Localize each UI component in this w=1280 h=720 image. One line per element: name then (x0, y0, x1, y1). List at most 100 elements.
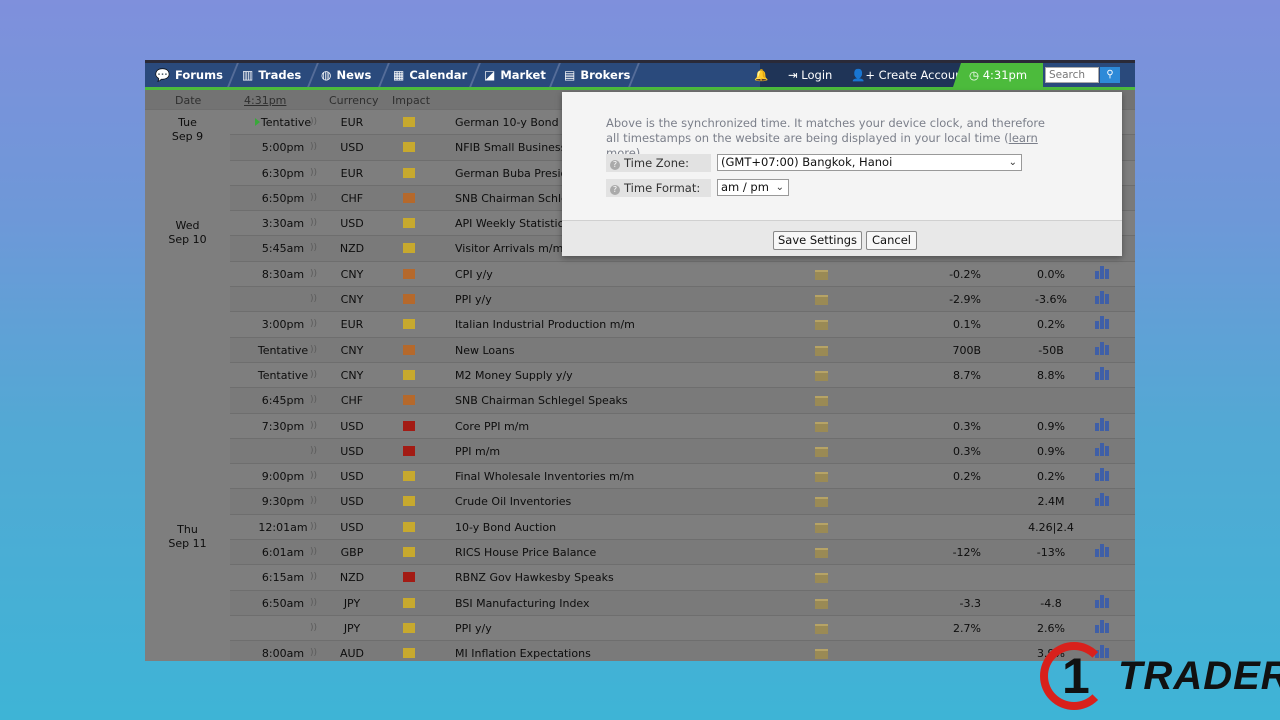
event-title[interactable]: PPI y/y (455, 622, 492, 635)
folder-icon[interactable] (815, 295, 828, 306)
speaker-icon[interactable]: )) (310, 142, 317, 152)
save-settings-button[interactable]: Save Settings (773, 231, 862, 250)
impact-icon[interactable] (403, 622, 415, 633)
impact-icon[interactable] (403, 142, 415, 153)
nav-forums[interactable]: 💬 Forums (151, 63, 227, 87)
folder-icon[interactable] (815, 370, 828, 381)
nav-brokers[interactable]: ▤ Brokers (560, 63, 634, 87)
folder-icon[interactable] (815, 548, 828, 559)
table-row[interactable]: )) USD PPI m/m 0.3% 0.9% (145, 437, 1135, 464)
speaker-icon[interactable]: )) (310, 193, 317, 203)
table-row[interactable]: 6:50am)) JPY BSI Manufacturing Index -3.3 -4… (145, 589, 1135, 615)
chart-icon[interactable] (1095, 291, 1109, 305)
event-title[interactable]: CPI y/y (455, 268, 493, 281)
folder-icon[interactable] (815, 522, 828, 533)
folder-icon[interactable] (815, 623, 828, 634)
event-title[interactable]: RBNZ Gov Hawkesby Speaks (455, 571, 614, 584)
event-title[interactable]: PPI y/y (455, 293, 492, 306)
event-title[interactable]: SNB Chairman Schlegel Speaks (455, 394, 628, 407)
table-row[interactable]: 7:30pm)) USD Core PPI m/m 0.3% 0.9% (145, 412, 1135, 438)
impact-icon[interactable] (403, 572, 415, 583)
speaker-icon[interactable]: )) (310, 269, 317, 279)
search-input[interactable]: Search (1045, 67, 1099, 83)
impact-icon[interactable] (403, 521, 415, 532)
impact-icon[interactable] (403, 268, 415, 279)
impact-icon[interactable] (403, 496, 415, 507)
speaker-icon[interactable]: )) (310, 319, 317, 329)
table-row[interactable]: 12:01am)) USD 10-y Bond Auction 4.26|2.4 (145, 513, 1135, 540)
event-title[interactable]: PPI m/m (455, 445, 500, 458)
event-title[interactable]: M2 Money Supply y/y (455, 369, 573, 382)
table-row[interactable]: 8:00am)) AUD MI Inflation Expectations 3.9% (145, 640, 1135, 661)
event-title[interactable]: German Buba Preside (455, 167, 574, 180)
speaker-icon[interactable]: )) (310, 294, 317, 304)
speaker-icon[interactable]: )) (310, 370, 317, 380)
folder-icon[interactable] (815, 472, 828, 483)
impact-icon[interactable] (403, 344, 415, 355)
login-link[interactable]: ⇥ Login (788, 63, 832, 87)
table-row[interactable]: 6:45pm)) CHF SNB Chairman Schlegel Speaks (145, 387, 1135, 413)
speaker-icon[interactable]: )) (310, 623, 317, 633)
impact-icon[interactable] (403, 445, 415, 456)
speaker-icon[interactable]: )) (310, 218, 317, 228)
impact-icon[interactable] (403, 243, 415, 254)
table-row[interactable]: Tentative)) CNY M2 Money Supply y/y 8.7% 8.8… (145, 361, 1135, 388)
speaker-icon[interactable]: )) (310, 598, 317, 608)
folder-icon[interactable] (815, 421, 828, 432)
chart-icon[interactable] (1095, 493, 1109, 507)
table-row[interactable]: )) CNY PPI y/y -2.9% -3.6% (145, 286, 1135, 312)
event-title[interactable]: Final Wholesale Inventories m/m (455, 470, 634, 483)
folder-icon[interactable] (815, 345, 828, 356)
table-row[interactable]: 8:30am)) CNY CPI y/y -0.2% 0.0% (145, 260, 1135, 287)
table-row[interactable]: 6:01am)) GBP RICS House Price Balance -12% -… (145, 539, 1135, 565)
event-title[interactable]: New Loans (455, 344, 515, 357)
speaker-icon[interactable]: )) (310, 446, 317, 456)
chart-icon[interactable] (1095, 417, 1109, 431)
nav-calendar[interactable]: ▦ Calendar (389, 63, 471, 87)
search-button[interactable]: ⚲ (1100, 67, 1120, 83)
impact-icon[interactable] (403, 420, 415, 431)
nav-news[interactable]: ◍ News (317, 63, 375, 87)
chart-icon[interactable] (1095, 544, 1109, 558)
event-title[interactable]: MI Inflation Expectations (455, 647, 591, 660)
event-title[interactable]: Visitor Arrivals m/m (455, 242, 563, 255)
event-title[interactable]: SNB Chairman Schleg (455, 192, 575, 205)
folder-icon[interactable] (815, 497, 828, 508)
impact-icon[interactable] (403, 648, 415, 659)
speaker-icon[interactable]: )) (310, 648, 317, 658)
chart-icon[interactable] (1095, 366, 1109, 380)
speaker-icon[interactable]: )) (310, 395, 317, 405)
chart-icon[interactable] (1095, 594, 1109, 608)
folder-icon[interactable] (815, 269, 828, 280)
chart-icon[interactable] (1095, 619, 1109, 633)
chart-icon[interactable] (1095, 442, 1109, 456)
table-row[interactable]: 9:30pm)) USD Crude Oil Inventories 2.4M (145, 488, 1135, 514)
nav-market[interactable]: ◪ Market (480, 63, 550, 87)
clock-tab[interactable]: ◷ 4:31pm (953, 63, 1043, 87)
impact-icon[interactable] (403, 369, 415, 380)
impact-icon[interactable] (403, 395, 415, 406)
speaker-icon[interactable]: )) (310, 421, 317, 431)
bell-icon[interactable]: 🔔 (754, 63, 768, 87)
speaker-icon[interactable]: )) (310, 496, 317, 506)
time-format-select[interactable]: am / pm ⌄ (717, 179, 789, 196)
folder-icon[interactable] (815, 446, 828, 457)
folder-icon[interactable] (815, 396, 828, 407)
impact-icon[interactable] (403, 117, 415, 127)
impact-icon[interactable] (403, 167, 415, 178)
chart-icon[interactable] (1095, 468, 1109, 482)
speaker-icon[interactable]: )) (310, 471, 317, 481)
event-title[interactable]: Core PPI m/m (455, 420, 529, 433)
speaker-icon[interactable]: )) (310, 572, 317, 582)
col-time[interactable]: 4:31pm (244, 94, 286, 107)
create-account-link[interactable]: 👤+ Create Account (851, 63, 967, 87)
time-zone-select[interactable]: (GMT+07:00) Bangkok, Hanoi ⌄ (717, 154, 1022, 171)
chart-icon[interactable] (1095, 341, 1109, 355)
impact-icon[interactable] (403, 294, 415, 305)
impact-icon[interactable] (403, 471, 415, 482)
speaker-icon[interactable]: )) (310, 168, 317, 178)
folder-icon[interactable] (815, 573, 828, 584)
cancel-button[interactable]: Cancel (866, 231, 917, 250)
event-title[interactable]: Italian Industrial Production m/m (455, 318, 635, 331)
table-row[interactable]: )) JPY PPI y/y 2.7% 2.6% (145, 614, 1135, 641)
